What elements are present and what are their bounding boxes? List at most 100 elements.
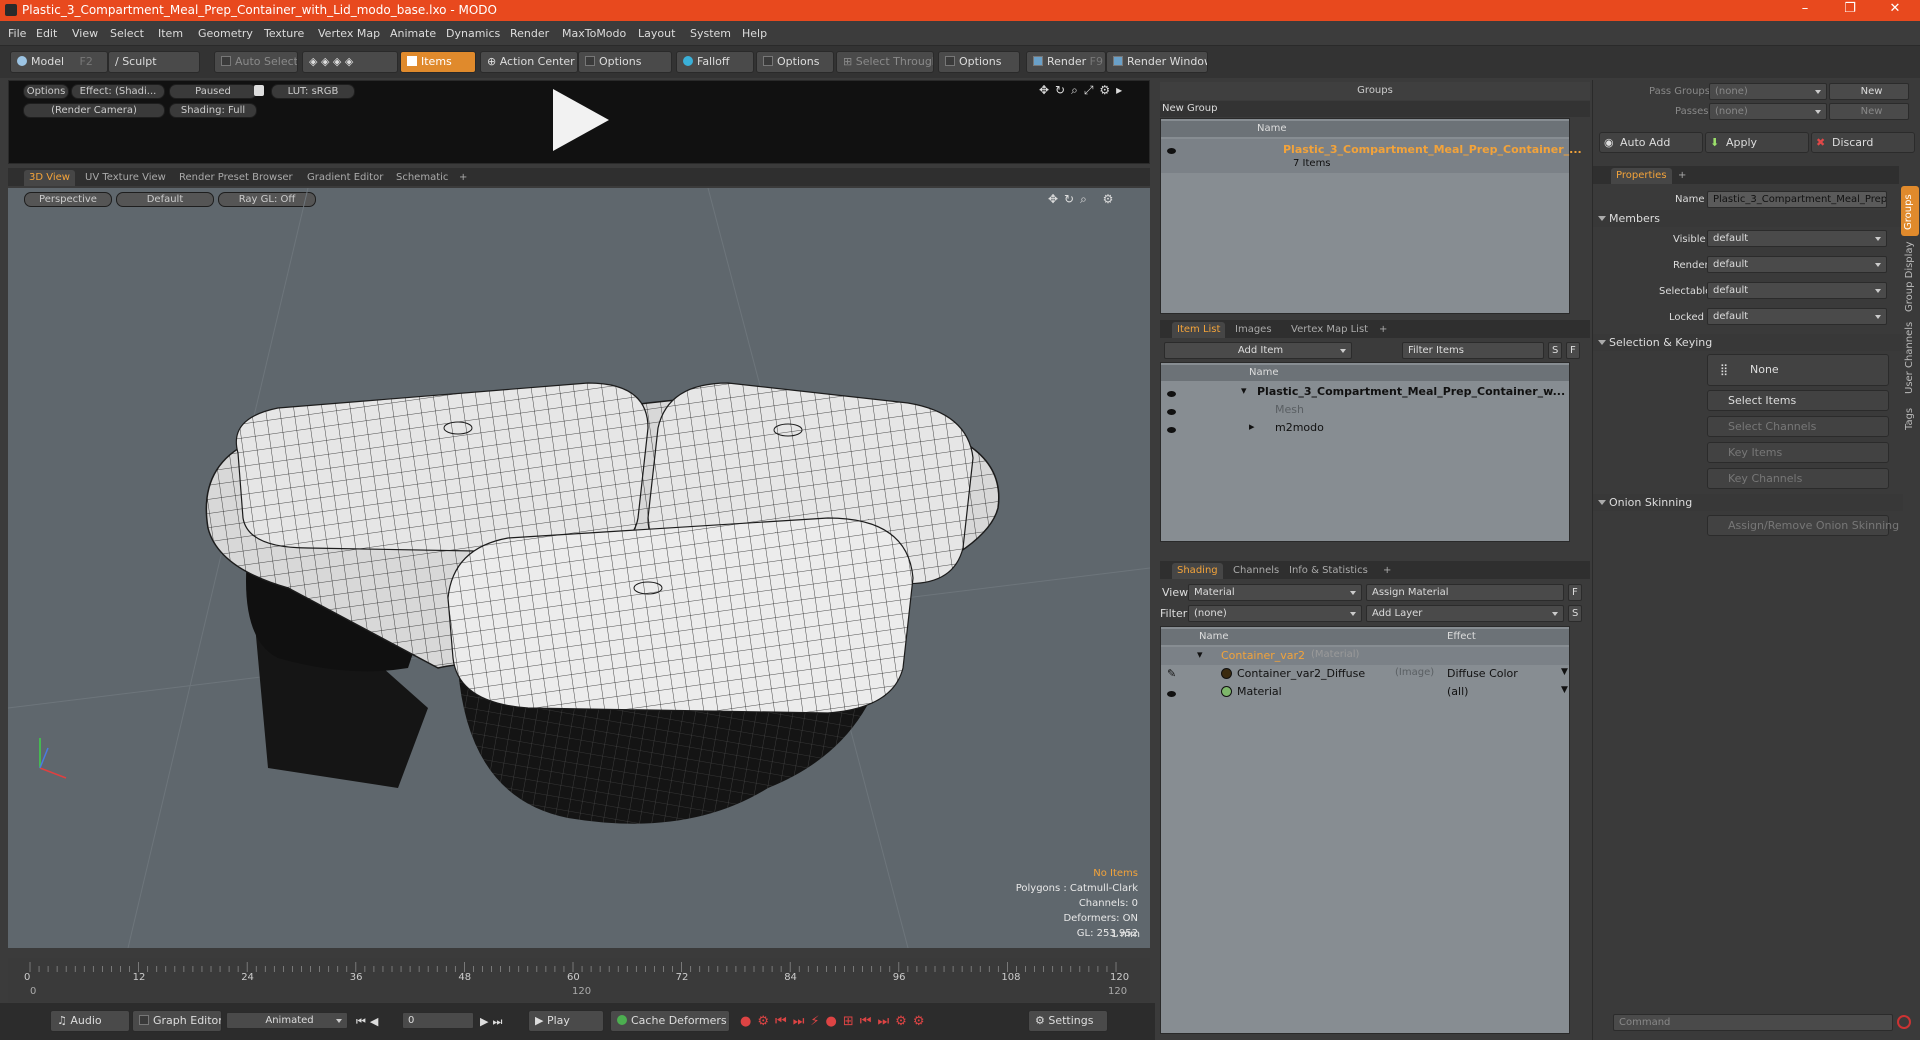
play-button[interactable]: ▶ Play [528,1010,604,1032]
key-channels-button[interactable]: Key Channels [1707,468,1889,489]
menu-layout[interactable]: Layout [638,27,675,40]
add-tab-button[interactable]: + [454,170,472,186]
tab-shading[interactable]: Shading [1172,563,1223,579]
new-pass-button[interactable]: New [1829,103,1909,120]
3d-viewport[interactable]: Perspective Default Ray GL: Off ✥↻⌕ ⚙ No… [8,188,1150,948]
menu-item[interactable]: Item [158,27,183,40]
tab-3d-view[interactable]: 3D View [24,170,75,186]
add-item-dropdown[interactable]: Add Item [1164,342,1352,359]
expand-arrow-icon[interactable]: ▸ [1249,420,1255,433]
key-items-button[interactable]: Key Items [1707,442,1889,463]
play-icon[interactable] [545,85,615,155]
selection-keying-section[interactable]: Selection & Keying [1593,334,1903,351]
s-button[interactable]: S [1548,342,1562,359]
item-row[interactable]: Mesh [1161,401,1569,419]
apply-button[interactable]: ⬇ Apply [1705,132,1809,153]
audio-button[interactable]: ♫ Audio [50,1010,130,1032]
record-key-icons[interactable]: ●⚙⏮⏭⚡●⊞⏮⏭⚙⚙ [740,1014,930,1029]
item-row[interactable]: ▾ Plastic_3_Compartment_Meal_Prep_Contai… [1161,383,1569,401]
scene-name[interactable]: Plastic_3_Compartment_Meal_Prep_Containe… [1257,385,1565,398]
menu-dynamics[interactable]: Dynamics [446,27,500,40]
lock-icon[interactable] [254,85,264,96]
s-button[interactable]: S [1568,605,1582,622]
diffuse-layer-name[interactable]: Container_var2_Diffuse [1237,667,1365,680]
material-group-name[interactable]: Container_var2 [1221,649,1305,662]
passes-dropdown[interactable]: (none) [1709,103,1827,120]
preview-effect-dropdown[interactable]: Effect: (Shadi... [71,84,165,99]
animated-dropdown[interactable]: Animated [226,1012,348,1029]
material-effect-dropdown[interactable]: (all) [1447,685,1468,698]
auto-select-button[interactable]: Auto Select [214,51,298,73]
side-tab-tags[interactable]: Tags [1901,402,1919,434]
add-layer-dropdown[interactable]: Add Layer [1366,605,1564,622]
render-button[interactable]: Render F9 [1026,51,1106,73]
assign-material-button[interactable]: Assign Material [1366,584,1564,601]
onion-skinning-section[interactable]: Onion Skinning [1593,494,1903,511]
filter-dropdown[interactable]: (none) [1188,605,1362,622]
prev-key-icons[interactable]: ⏮◀ [356,1015,382,1029]
side-tab-groups[interactable]: Groups [1901,186,1919,236]
tab-info-statistics[interactable]: Info & Statistics [1284,563,1373,579]
item-row[interactable]: ▸ m2modo [1161,419,1569,437]
tab-schematic[interactable]: Schematic [391,170,453,186]
expand-arrow-icon[interactable]: ▾ [1241,384,1247,397]
select-items-button[interactable]: Select Items [1707,390,1889,411]
tab-images[interactable]: Images [1230,322,1277,338]
tab-properties[interactable]: Properties [1611,168,1672,184]
eye-icon[interactable] [1167,387,1176,400]
discard-button[interactable]: ✖ Discard [1811,132,1915,153]
assign-onion-skinning-button[interactable]: Assign/Remove Onion Skinning [1707,515,1899,536]
preview-lut-dropdown[interactable]: LUT: sRGB [271,84,355,99]
preview-nav-icons[interactable]: ✥↻⌕⤢⚙▸ [1039,83,1128,98]
falloff-button[interactable]: Falloff [676,51,754,73]
members-section[interactable]: Members [1593,210,1903,227]
tab-render-preset-browser[interactable]: Render Preset Browser [174,170,298,186]
group-row[interactable]: Plastic_3_Compartment_Meal_Prep_Containe… [1161,139,1582,173]
diffuse-effect-dropdown[interactable]: Diffuse Color [1447,667,1518,680]
selection-mode-buttons[interactable]: ◈ ◈ ◈ ◈ [302,51,398,73]
eye-icon[interactable] [1167,423,1176,436]
frame-field[interactable]: 0 [402,1012,474,1029]
next-key-icons[interactable]: ▶⏭ [480,1015,506,1029]
selectable-dropdown[interactable]: default [1707,282,1887,299]
pass-groups-dropdown[interactable]: (none) [1709,83,1827,100]
auto-add-button[interactable]: ◉ Auto Add [1599,132,1703,153]
menu-view[interactable]: View [72,27,98,40]
locked-dropdown[interactable]: default [1707,308,1887,325]
none-selection-button[interactable]: ⣿ None [1707,354,1889,386]
preview-camera-dropdown[interactable]: (Render Camera) [23,103,165,118]
preview-options-button[interactable]: Options [23,84,69,99]
chevron-down-icon[interactable]: ▼ [1561,667,1568,677]
menu-maxtomodo[interactable]: MaxToModo [562,27,626,40]
settings-button[interactable]: ⚙ Settings [1028,1010,1108,1032]
eye-icon[interactable] [1167,144,1176,157]
falloff-options-button[interactable]: Options [756,51,834,73]
menu-render[interactable]: Render [510,27,549,40]
menu-texture[interactable]: Texture [264,27,304,40]
action-center-button[interactable]: ⊕ Action Center [480,51,578,73]
render-window-button[interactable]: Render Window [1106,51,1208,73]
tab-uv-texture-view[interactable]: UV Texture View [80,170,171,186]
tab-vertex-map-list[interactable]: Vertex Map List [1286,322,1373,338]
menu-system[interactable]: System [690,27,731,40]
minimize-button[interactable]: – [1790,1,1820,19]
menu-select[interactable]: Select [110,27,144,40]
group-name[interactable]: Plastic_3_Compartment_Meal_Prep_Containe… [1283,143,1582,156]
select-options-button[interactable]: Options [938,51,1020,73]
select-channels-button[interactable]: Select Channels [1707,416,1889,437]
side-tab-user-channels[interactable]: User Channels [1901,320,1919,398]
items-mode-button[interactable]: Items [400,51,476,73]
tab-item-list[interactable]: Item List [1172,322,1226,338]
shader-row[interactable]: ✎ Container_var2_Diffuse (Image) Diffuse… [1161,665,1569,683]
add-tab-button[interactable]: + [1374,322,1392,338]
add-tab-button[interactable]: + [1378,563,1396,579]
menu-edit[interactable]: Edit [36,27,57,40]
graph-editor-button[interactable]: Graph Editor [132,1010,222,1032]
new-pass-group-button[interactable]: New [1829,83,1909,100]
visible-dropdown[interactable]: default [1707,230,1887,247]
material-layer-name[interactable]: Material [1237,685,1282,698]
name-field[interactable]: Plastic_3_Compartment_Meal_Prep_ [1707,191,1887,208]
brush-icon[interactable]: ✎ [1167,667,1176,680]
f-button[interactable]: F [1568,584,1582,601]
group-locator-name[interactable]: m2modo [1275,421,1324,434]
